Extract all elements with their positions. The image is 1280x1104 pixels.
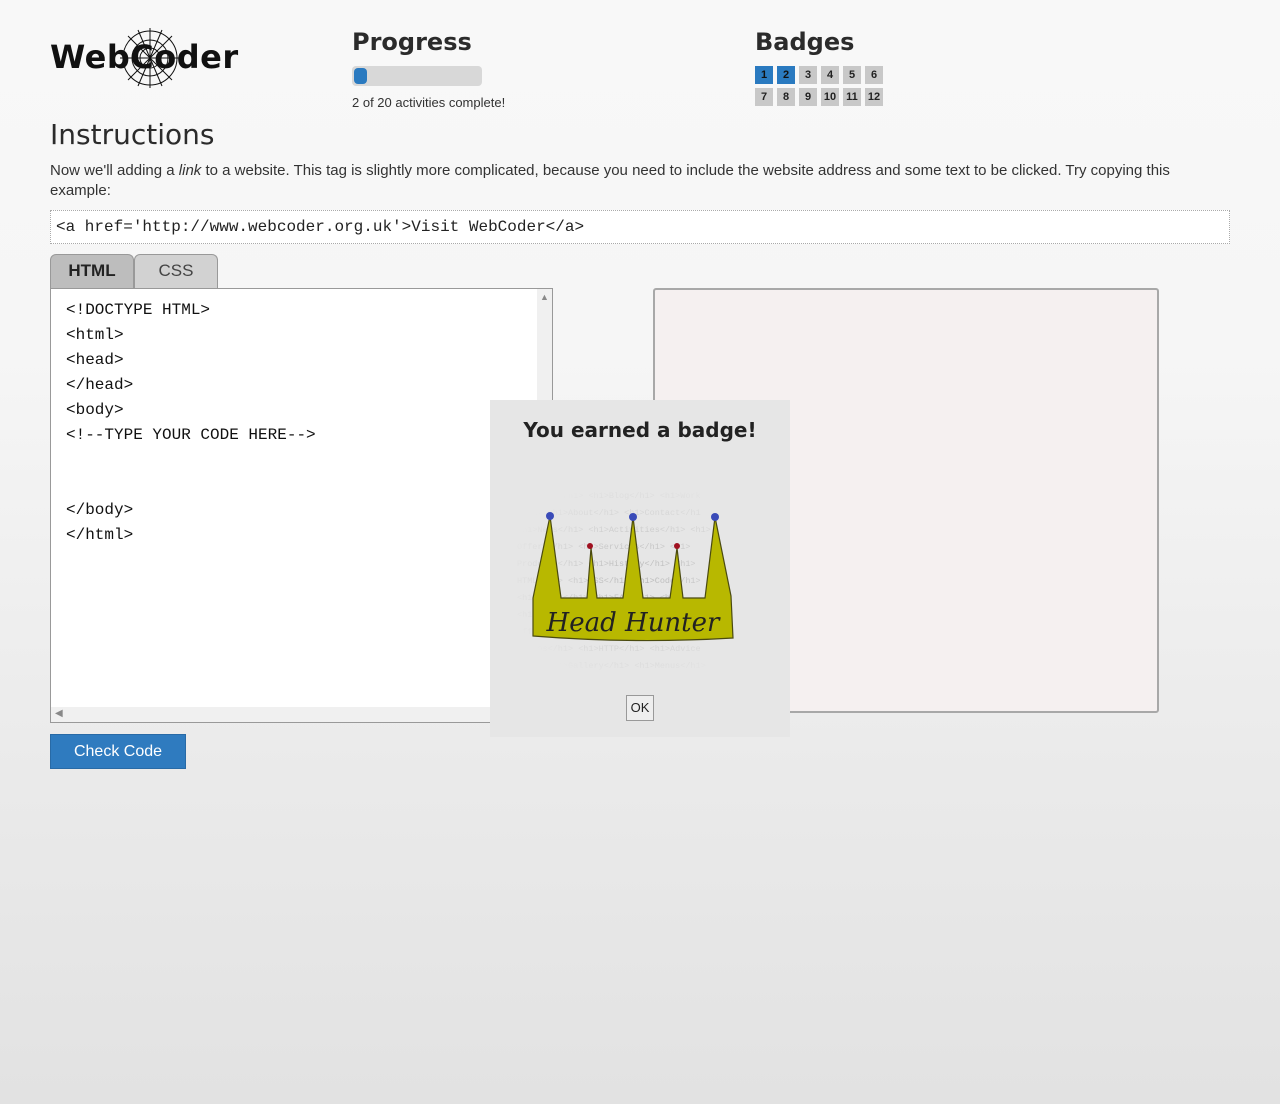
badge-earned-dialog: You earned a badge! <h1>Home</h1> <h1>Bl… [490, 400, 790, 737]
badge-8[interactable]: 8 [777, 88, 795, 106]
badge-3[interactable]: 3 [799, 66, 817, 84]
example-code-box: <a href='http://www.webcoder.org.uk'>Vis… [50, 210, 1230, 244]
check-code-button[interactable]: Check Code [50, 734, 186, 769]
webcoder-logo: WebCoder [50, 28, 238, 92]
instructions-title: Instructions [50, 118, 215, 151]
dialog-title: You earned a badge! [523, 418, 757, 442]
badge-1[interactable]: 1 [755, 66, 773, 84]
badges-title: Badges [755, 28, 855, 56]
badge-5[interactable]: 5 [843, 66, 861, 84]
badge-7[interactable]: 7 [755, 88, 773, 106]
code-editor[interactable]: <!DOCTYPE HTML> <html> <head> </head> <b… [50, 288, 553, 723]
badge-12[interactable]: 12 [865, 88, 883, 106]
progress-text: 2 of 20 activities complete! [352, 95, 506, 110]
badge-4[interactable]: 4 [821, 66, 839, 84]
badge-9[interactable]: 9 [799, 88, 817, 106]
tab-css[interactable]: CSS [134, 254, 218, 289]
horizontal-scrollbar[interactable]: ◀ [51, 707, 537, 722]
code-editor-content[interactable]: <!DOCTYPE HTML> <html> <head> </head> <b… [66, 298, 316, 548]
scroll-up-arrow-icon[interactable]: ▲ [540, 292, 549, 302]
badge-11[interactable]: 11 [843, 88, 861, 106]
instructions-text-after: to a website. This tag is slightly more … [50, 162, 1170, 199]
progress-bar-fill [354, 68, 367, 84]
logo-text: WebCoder [50, 38, 239, 76]
tab-html[interactable]: HTML [50, 254, 134, 289]
ok-button[interactable]: OK [626, 695, 654, 721]
badge-10[interactable]: 10 [821, 88, 839, 106]
instructions-text: Now we'll adding a link to a website. Th… [50, 161, 1230, 201]
progress-bar [352, 66, 482, 86]
badge-2[interactable]: 2 [777, 66, 795, 84]
instructions-text-italic: link [178, 162, 202, 179]
head-hunter-badge-icon: <h1>Home</h1> <h1>Blog</h1> <h1>Work </h… [515, 486, 765, 676]
badge-name: Head Hunter [546, 608, 721, 638]
progress-title: Progress [352, 28, 472, 56]
instructions-text-before: Now we'll adding a [50, 162, 179, 179]
example-code: <a href='http://www.webcoder.org.uk'>Vis… [56, 218, 585, 236]
badge-6[interactable]: 6 [865, 66, 883, 84]
scroll-left-arrow-icon[interactable]: ◀ [55, 708, 63, 719]
